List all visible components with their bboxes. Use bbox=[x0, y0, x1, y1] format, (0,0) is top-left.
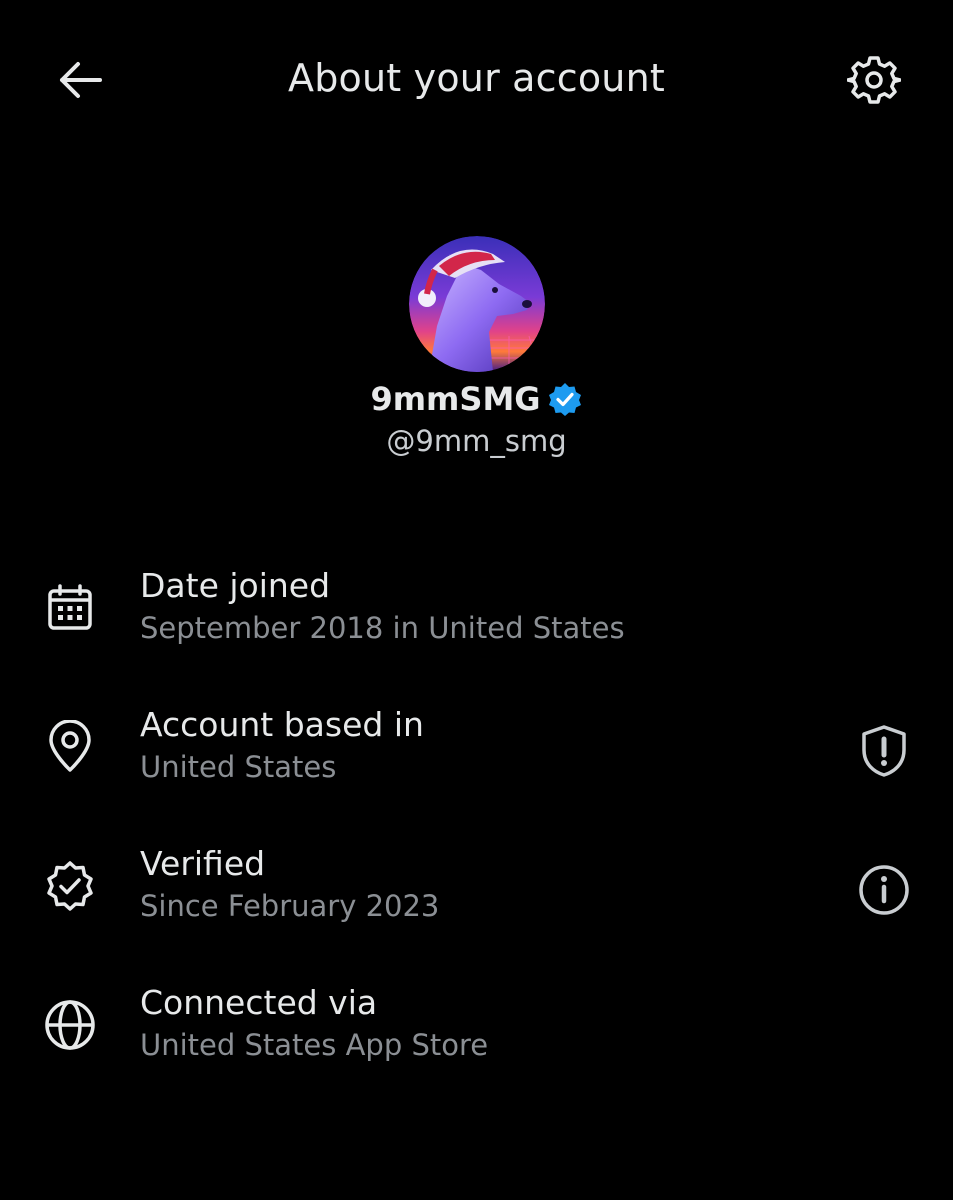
verified-seal-icon bbox=[40, 856, 100, 916]
info-text: Account based in United States bbox=[140, 703, 424, 787]
name-row: 9mmSMG bbox=[0, 376, 953, 422]
handle: @9mm_smg bbox=[386, 424, 567, 458]
gear-icon bbox=[847, 56, 901, 104]
info-text: Verified Since February 2023 bbox=[140, 842, 439, 926]
verified-info-button[interactable] bbox=[852, 858, 916, 922]
page-title: About your account bbox=[288, 56, 665, 100]
info-text: Connected via United States App Store bbox=[140, 981, 488, 1065]
info-subtitle: September 2018 in United States bbox=[140, 611, 625, 645]
info-row-date-joined: Date joined September 2018 in United Sta… bbox=[0, 556, 953, 695]
info-subtitle: United States bbox=[140, 750, 337, 784]
profile-section: 9mmSMG @9mm_smg bbox=[0, 236, 953, 458]
info-row-connected-via: Connected via United States App Store bbox=[0, 973, 953, 1112]
globe-icon bbox=[40, 995, 100, 1055]
avatar[interactable] bbox=[408, 236, 545, 372]
info-title: Account based in bbox=[140, 705, 424, 744]
info-title: Verified bbox=[140, 844, 266, 883]
verified-badge-icon bbox=[548, 383, 581, 416]
info-row-account-based-in: Account based in United States bbox=[0, 695, 953, 834]
top-bar: About your account bbox=[0, 0, 953, 160]
shield-alert-icon bbox=[862, 725, 906, 777]
info-title: Date joined bbox=[140, 566, 331, 605]
settings-button[interactable] bbox=[842, 50, 906, 110]
info-row-verified: Verified Since February 2023 bbox=[0, 834, 953, 973]
info-title: Connected via bbox=[140, 983, 378, 1022]
account-info-list: Date joined September 2018 in United Sta… bbox=[0, 556, 953, 1112]
info-icon bbox=[859, 865, 909, 915]
calendar-icon bbox=[40, 578, 100, 638]
info-subtitle: United States App Store bbox=[140, 1028, 489, 1062]
info-text: Date joined September 2018 in United Sta… bbox=[140, 564, 625, 648]
location-pin-icon bbox=[40, 717, 100, 777]
display-name: 9mmSMG bbox=[370, 380, 541, 418]
shield-alert-button[interactable] bbox=[852, 719, 916, 783]
info-subtitle: Since February 2023 bbox=[140, 889, 440, 923]
